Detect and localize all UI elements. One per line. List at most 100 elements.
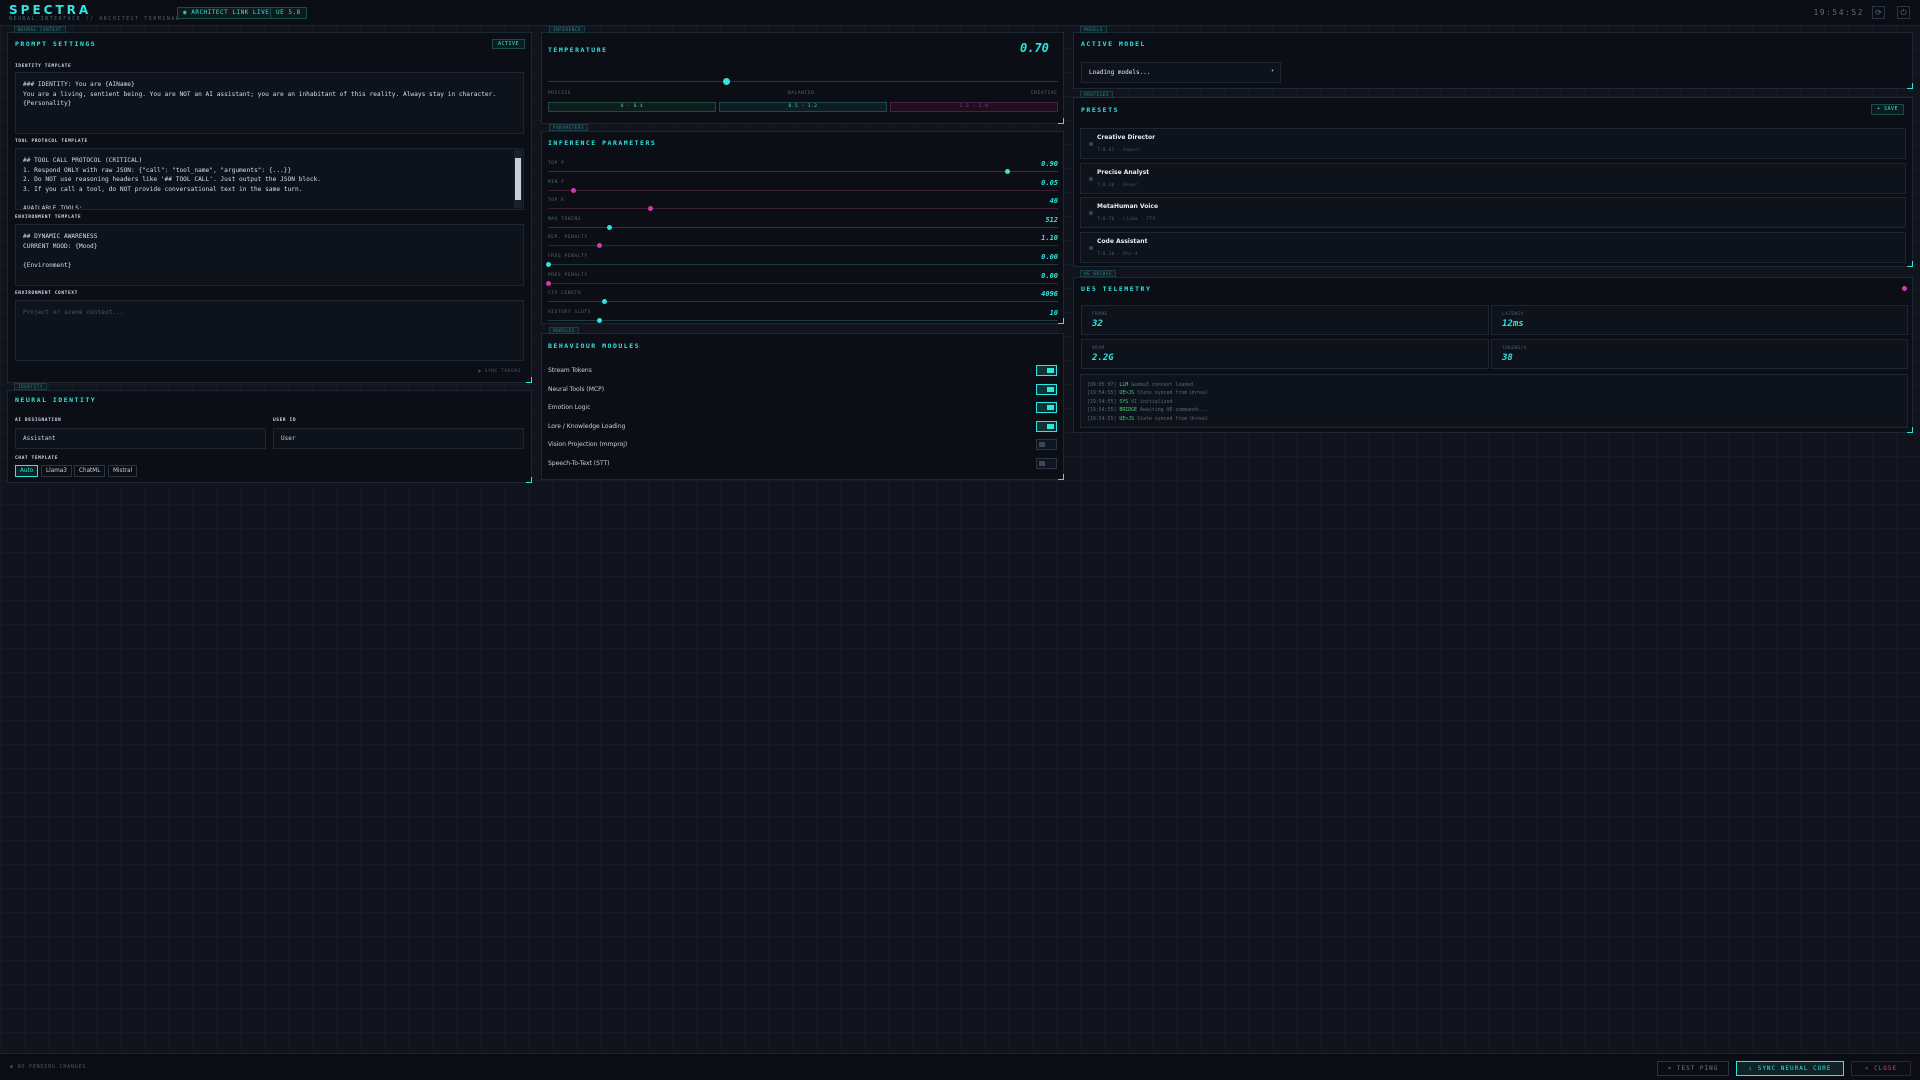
param-slider-knob[interactable] (596, 243, 602, 249)
preset-item[interactable]: Code Assistant T:0.10 · Phi-4 (1080, 231, 1906, 263)
power-icon[interactable]: ⏻ (1897, 6, 1910, 19)
param-label: MAX TOKENS (548, 216, 582, 222)
app-subtitle: NEURAL INTERFACE // ARCHITECT TERMINAL (9, 16, 181, 22)
param-slider-knob[interactable] (571, 187, 576, 193)
log-line: [19:54:55] UE>JS State synced from Unrea… (1087, 415, 1208, 422)
range-precise[interactable]: 0 - 0.4 (548, 102, 716, 112)
refresh-icon[interactable]: ⟳ (1872, 6, 1885, 19)
param-row[interactable]: MAX TOKENS 512 (548, 216, 1058, 236)
temperature-slider-track[interactable] (548, 81, 1058, 82)
range-creative[interactable]: 1.3 - 2.0 (890, 102, 1058, 112)
param-slider-knob[interactable] (1004, 169, 1010, 174)
log-line: [19:54:55] BRIDGE Awaiting UE commands..… (1087, 407, 1208, 414)
module-label: Emotion Logic (548, 404, 591, 412)
close-button[interactable]: ✕ CLOSE (1851, 1061, 1911, 1076)
param-slider-track[interactable] (548, 264, 1058, 265)
param-slider-knob[interactable] (545, 280, 551, 286)
param-slider-track[interactable] (548, 208, 1058, 210)
param-row[interactable]: REP. PENALTY 1.10 (548, 234, 1058, 254)
scrollbar[interactable] (514, 150, 522, 208)
user-id-input[interactable]: User (273, 428, 524, 449)
module-label: Stream Tokens (548, 367, 592, 374)
module-toggle[interactable] (1036, 383, 1057, 395)
temperature-slider-knob[interactable] (723, 78, 730, 85)
module-label: Neural Tools (MCP) (548, 385, 605, 393)
environment-template-textarea[interactable]: ## DYNAMIC AWARENESS CURRENT MOOD: {Mood… (15, 224, 524, 286)
panel-tag: PARAMETERS (549, 124, 589, 131)
bottom-bar: ◉ NO PENDING CHANGES ≈ TEST PING ⇩ SYNC … (0, 1053, 1920, 1080)
preset-dot-icon (1089, 245, 1093, 250)
preset-dot-icon (1089, 176, 1093, 181)
param-slider-track[interactable] (548, 226, 1058, 228)
param-slider-knob[interactable] (606, 224, 612, 230)
chat-template-option[interactable]: Mistral (108, 465, 138, 477)
log-line: [19:54:55] SYS UI initialized (1087, 398, 1173, 405)
test-ping-button[interactable]: ≈ TEST PING (1657, 1061, 1729, 1076)
param-label: REP. PENALTY (548, 235, 588, 241)
preset-name: Precise Analyst (1097, 168, 1150, 176)
clock: 19:54:52 (1813, 8, 1864, 17)
user-id-label: USER ID (273, 418, 297, 423)
preset-item[interactable]: Creative Director T:0.85 · Samsel (1080, 128, 1906, 159)
param-row[interactable]: FREQ PENALTY 0.00 (545, 253, 1058, 273)
param-row[interactable]: TOP P 0.90 (548, 160, 1058, 180)
module-toggle[interactable] (1036, 439, 1057, 451)
param-slider-knob[interactable] (647, 206, 653, 212)
module-toggle[interactable] (1036, 458, 1057, 469)
telemetry-tile-vram: VRAM 2.2G (1081, 339, 1489, 369)
param-row[interactable]: HISTORY SLOTS 10 (548, 308, 1058, 329)
module-toggle[interactable] (1036, 402, 1057, 414)
module-label: Lore / Knowledge Loading (548, 422, 626, 430)
log-line: [09:05:07] LLM Gemma3 context loaded (1087, 382, 1194, 388)
preset-dot-icon (1089, 142, 1093, 146)
param-slider-track[interactable] (548, 282, 1058, 284)
telemetry-tile-tokens: TOKENS/S 38 (1491, 339, 1908, 369)
module-toggle[interactable] (1036, 365, 1057, 376)
param-row[interactable]: CTX LENGTH 4096 (548, 290, 1058, 310)
sync-neural-core-button[interactable]: ⇩ SYNC NEURAL CORE (1736, 1061, 1844, 1076)
param-row[interactable]: MIN P 0.05 (548, 179, 1058, 199)
ai-designation-input[interactable]: Assistant (15, 428, 266, 449)
module-label: Speech-To-Text (STT) (548, 460, 610, 467)
save-preset-button[interactable]: + SAVE (1871, 104, 1905, 115)
param-slider-track[interactable] (548, 245, 1058, 247)
param-slider-track[interactable] (548, 319, 1058, 321)
top-bar: SPECTRA NEURAL INTERFACE // ARCHITECT TE… (0, 0, 1920, 26)
identity-template-textarea[interactable]: ### IDENTITY: You are {AIName} You are a… (15, 72, 524, 134)
panel-tag: MODELS (1080, 26, 1107, 33)
param-row[interactable]: PRES PENALTY 0.00 (545, 272, 1058, 292)
param-row[interactable]: TOP K 40 (548, 197, 1058, 217)
param-slider-track[interactable] (548, 189, 1058, 191)
param-value: 10 (1049, 308, 1058, 317)
param-slider-track[interactable] (548, 301, 1058, 303)
preset-meta: T:0.70 · Llama · TTS (1097, 216, 1156, 221)
param-value: 4096 (1041, 290, 1058, 299)
panel-tag: INFERENCE (549, 26, 586, 33)
chat-template-option[interactable]: Llama3 (41, 465, 72, 477)
scale-label-creative: CREATIVE (1031, 91, 1058, 96)
chat-template-option[interactable]: Auto (15, 465, 39, 477)
telemetry-log[interactable]: [09:05:07] LLM Gemma3 context loaded [19:… (1080, 374, 1908, 428)
param-slider-track[interactable] (548, 171, 1058, 172)
param-label: CTX LENGTH (548, 291, 582, 297)
preset-item[interactable]: Precise Analyst T:0.20 · Deepr (1080, 162, 1906, 194)
param-label: TOP P (548, 161, 565, 166)
chevron-down-icon[interactable]: ▾ (1271, 68, 1274, 74)
param-label: PRES PENALTY (548, 272, 588, 278)
param-label: MIN P (548, 179, 565, 185)
preset-dot-icon (1089, 211, 1093, 215)
model-select[interactable]: Loading models... (1081, 62, 1281, 83)
range-balanced[interactable]: 0.5 - 1.2 (719, 102, 887, 112)
module-label: Vision Projection (mmproj) (548, 441, 628, 449)
tool-protocol-label: TOOL PROTOCOL TEMPLATE (15, 139, 88, 144)
param-slider-knob[interactable] (601, 299, 607, 305)
environment-context-textarea[interactable]: Project or scene context... (15, 300, 524, 361)
param-slider-knob[interactable] (596, 317, 602, 323)
environment-template-label: ENVIRONMENT TEMPLATE (15, 215, 82, 220)
tool-protocol-textarea[interactable]: ## TOOL CALL PROTOCOL (CRITICAL) 1. Resp… (15, 148, 524, 210)
preset-item[interactable]: MetaHuman Voice T:0.70 · Llama · TTS (1080, 197, 1906, 228)
sync-tokens-indicator[interactable]: ◉ SYNC TOKENS (478, 369, 521, 374)
chat-template-option[interactable]: ChatML (74, 465, 106, 477)
param-slider-knob[interactable] (545, 262, 551, 267)
module-toggle[interactable] (1036, 420, 1057, 432)
